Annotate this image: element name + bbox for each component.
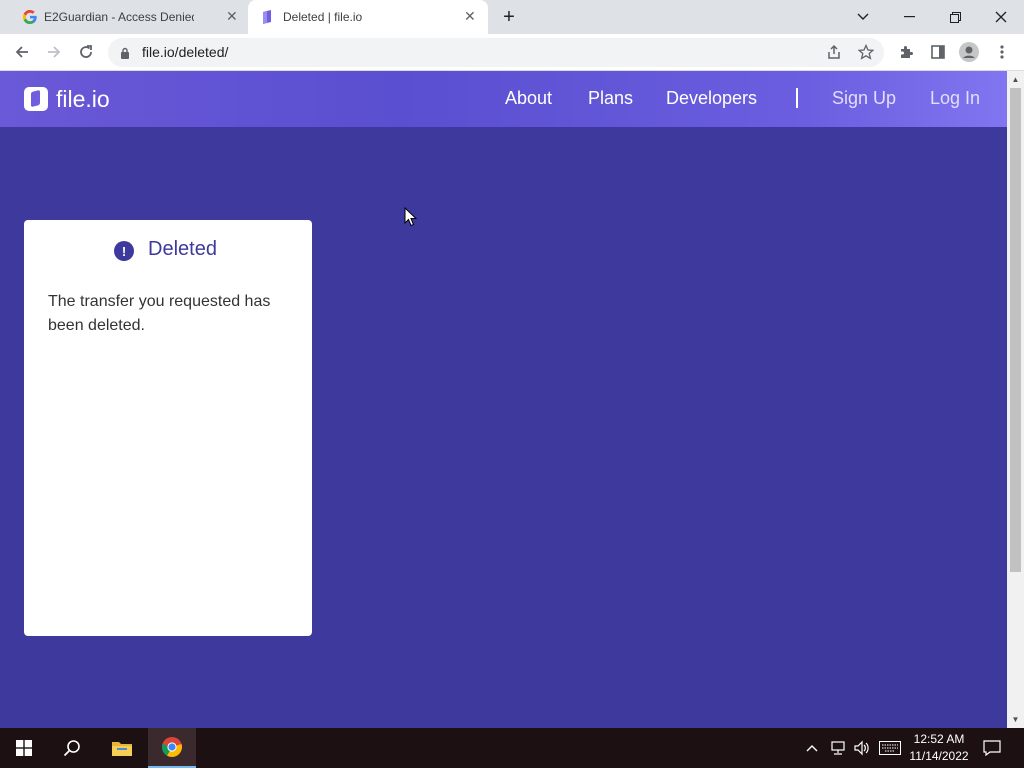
tab-e2guardian[interactable]: E2Guardian - Access Denied ✕ [8,0,246,34]
keyboard-icon[interactable] [879,728,901,768]
nav-about-link[interactable]: About [505,88,552,109]
back-icon[interactable] [8,34,36,70]
nav-divider [796,88,798,108]
volume-icon[interactable] [853,728,871,768]
tab-title: E2Guardian - Access Denied [44,10,194,24]
google-g-icon [22,9,38,25]
network-icon[interactable] [829,728,847,768]
lock-icon[interactable] [120,46,130,59]
fileio-icon [260,9,274,25]
close-icon[interactable]: ✕ [226,8,238,25]
file-explorer-icon[interactable] [98,728,146,768]
profile-avatar-icon[interactable] [955,34,983,70]
exclamation-circle-icon: ! [114,241,134,261]
extensions-icon[interactable] [892,34,920,70]
site-logo-text[interactable]: file.io [56,86,110,113]
nav-developers-link[interactable]: Developers [666,88,757,109]
menu-kebab-icon[interactable] [988,34,1016,70]
show-hidden-icons-icon[interactable] [806,728,818,768]
nav-sign-up-link[interactable]: Sign Up [832,88,896,109]
nav-log-in-link[interactable]: Log In [930,88,980,109]
card-title: Deleted [148,238,217,260]
clock-time: 12:52 AM [913,732,965,746]
url-text[interactable]: file.io/deleted/ [142,44,228,60]
nav-plans-link[interactable]: Plans [588,88,633,109]
restore-button[interactable] [932,0,978,34]
reload-icon[interactable] [72,34,100,70]
card-message: The transfer you requested has been dele… [48,293,271,334]
share-icon[interactable] [820,34,848,70]
close-icon[interactable]: ✕ [464,8,476,25]
fileio-logo-icon[interactable] [24,87,48,111]
notifications-icon[interactable] [983,728,1001,768]
tab-fileio[interactable]: Deleted | file.io ✕ [248,0,488,34]
forward-icon[interactable] [40,34,68,70]
windows-start-icon[interactable] [0,728,48,768]
scroll-down-arrow-icon[interactable]: ▼ [1007,711,1024,728]
scrollbar-thumb[interactable] [1010,88,1021,572]
new-tab-button[interactable]: + [498,6,520,28]
clock-date: 11/14/2022 [909,749,969,763]
scroll-up-arrow-icon[interactable]: ▲ [1007,71,1024,88]
search-icon[interactable] [48,728,96,768]
close-window-button[interactable] [978,0,1024,34]
tab-title: Deleted | file.io [283,10,363,24]
deleted-card [24,220,312,636]
mouse-cursor-icon [404,207,418,227]
taskbar-clock[interactable]: 12:52 AM 11/14/2022 [904,731,974,765]
chrome-taskbar-icon[interactable] [148,728,196,768]
side-panel-icon[interactable] [924,34,952,70]
bookmark-star-icon[interactable] [852,34,880,70]
minimize-button[interactable] [886,0,932,34]
tab-search-icon[interactable] [840,0,886,34]
